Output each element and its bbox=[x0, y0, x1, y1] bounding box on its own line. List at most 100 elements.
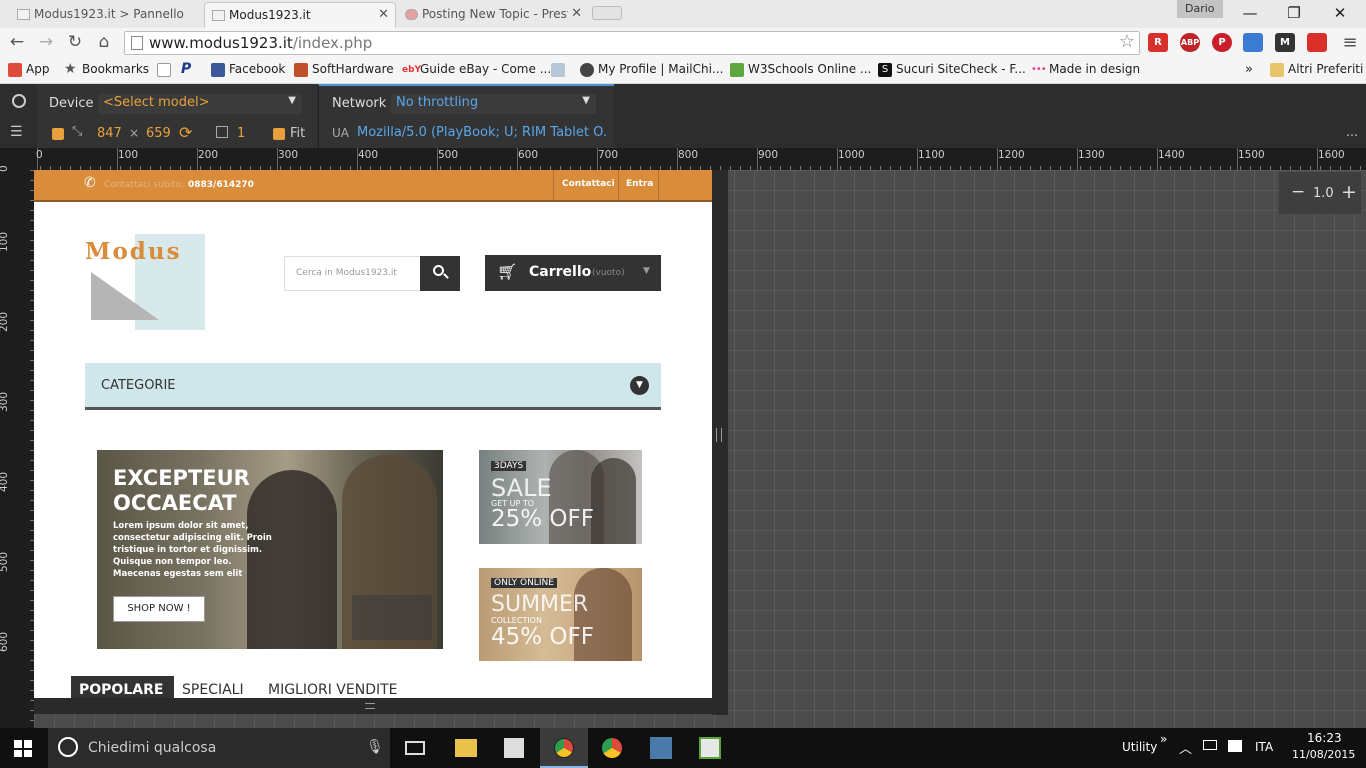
site-logo[interactable]: Modus bbox=[85, 234, 205, 330]
tab-popolare[interactable]: POPOLARE bbox=[71, 676, 174, 698]
toolbar-expand-icon[interactable]: » bbox=[1160, 732, 1167, 746]
mailchimp-icon bbox=[580, 63, 594, 77]
softhardware-icon bbox=[294, 63, 308, 77]
home-icon[interactable]: ⌂ bbox=[92, 31, 116, 55]
bookmark-w3schools[interactable]: W3Schools Online ... bbox=[730, 62, 871, 77]
profile-badge[interactable]: Dario bbox=[1177, 0, 1223, 18]
ebay-icon: ebY bbox=[402, 65, 422, 75]
minimize-icon[interactable]: — bbox=[1230, 2, 1270, 26]
pixel-ratio-field[interactable]: 1 bbox=[237, 126, 245, 141]
bookmark-app[interactable]: App bbox=[8, 62, 49, 77]
contact-link[interactable]: Contattaci bbox=[562, 179, 615, 189]
clock-time[interactable]: 16:23 bbox=[1307, 731, 1342, 745]
task-view-icon[interactable] bbox=[405, 741, 425, 755]
new-tab-button[interactable] bbox=[592, 6, 622, 20]
pinterest-icon[interactable]: P bbox=[1212, 33, 1232, 52]
viewport-resize-handle-right[interactable] bbox=[712, 170, 728, 715]
battery-icon[interactable] bbox=[1203, 740, 1217, 750]
user-agent-field[interactable]: Mozilla/5.0 (PlayBook; U; RIM Tablet O..… bbox=[357, 125, 607, 140]
bookmarks-bar: App ★ Bookmarks P Facebook SoftHardware e… bbox=[0, 58, 1366, 84]
cortana-icon bbox=[58, 737, 78, 757]
restore-icon[interactable]: ❐ bbox=[1274, 2, 1314, 26]
start-button[interactable] bbox=[14, 740, 32, 757]
tab-posting-topic[interactable]: Posting New Topic - Prest ✕ bbox=[398, 2, 588, 28]
bookmark-made-in-design[interactable]: ••• Made in design bbox=[1031, 62, 1140, 76]
tab-title: Posting New Topic - Prest bbox=[422, 7, 572, 21]
toggle-panel-icon[interactable]: ☰ bbox=[10, 124, 23, 140]
chevron-down-icon: ▼ bbox=[643, 266, 650, 276]
more-bookmarks-button[interactable]: » bbox=[1245, 62, 1253, 77]
cart-icon: 🛒︎ bbox=[497, 262, 518, 281]
close-tab-icon[interactable]: ✕ bbox=[568, 6, 582, 21]
tab-speciali[interactable]: SPECIALI bbox=[182, 682, 244, 698]
resolution-checkbox[interactable] bbox=[52, 128, 64, 140]
utility-toolbar[interactable]: Utility bbox=[1122, 740, 1157, 754]
summer-banner[interactable]: ONLY ONLINE SUMMER COLLECTION 45% OFF bbox=[479, 568, 642, 661]
close-tab-icon[interactable]: ✕ bbox=[378, 7, 389, 22]
bookmark-sucuri[interactable]: S Sucuri SiteCheck - F... bbox=[878, 62, 1026, 77]
disable-emulation-icon[interactable] bbox=[12, 94, 26, 108]
sale-banner[interactable]: 3DAYS SALE GET UP TO 25% OFF bbox=[479, 450, 642, 544]
more-options-icon[interactable]: ⋯ bbox=[1346, 128, 1358, 142]
main-banner[interactable]: EXCEPTEUR OCCAECAT Lorem ipsum dolor sit… bbox=[97, 450, 443, 649]
swap-dimensions-icon[interactable]: ⟳ bbox=[179, 123, 192, 142]
categories-bar[interactable]: CATEGORIE ▼ bbox=[85, 363, 661, 410]
tab-migliori-vendite[interactable]: MIGLIORI VENDITE bbox=[268, 682, 398, 698]
bookmark-mailchimp[interactable]: My Profile | MailChi... bbox=[580, 62, 723, 77]
search-button[interactable] bbox=[420, 256, 460, 291]
network-app-icon[interactable] bbox=[650, 737, 672, 759]
shop-now-button[interactable]: SHOP NOW ! bbox=[113, 596, 205, 622]
chevron-down-icon[interactable]: ▼ bbox=[630, 376, 649, 395]
extension-r-icon[interactable]: R bbox=[1148, 33, 1168, 52]
tab-pannello[interactable]: Modus1923.it > Pannello bbox=[10, 2, 202, 28]
file-explorer-icon[interactable] bbox=[455, 739, 477, 757]
sale-amount: 25% OFF bbox=[491, 506, 594, 532]
close-window-icon[interactable]: ✕ bbox=[1320, 2, 1360, 26]
cart-button[interactable]: 🛒︎ Carrello (vuoto) ▼ bbox=[485, 255, 661, 291]
other-bookmarks-folder[interactable]: Altri Preferiti bbox=[1270, 62, 1363, 77]
search-placeholder: Cerca in Modus1923.it bbox=[296, 268, 397, 278]
microphone-icon[interactable]: 🎙︎ bbox=[366, 739, 384, 755]
cortana-search-box[interactable]: Chiedimi qualcosa 🎙︎ bbox=[48, 728, 390, 768]
network-throttle-select[interactable]: No throttling ▼ bbox=[391, 94, 596, 114]
language-indicator[interactable]: ITA bbox=[1255, 740, 1273, 754]
reload-icon[interactable]: ↻ bbox=[63, 31, 87, 55]
banner-title-line2: OCCAECAT bbox=[113, 491, 237, 515]
folder-icon[interactable] bbox=[1243, 33, 1263, 52]
address-bar[interactable]: www.modus1923.it/index.php ☆ bbox=[124, 31, 1140, 55]
back-icon[interactable]: ← bbox=[5, 31, 29, 55]
sale-tag: 3DAYS bbox=[491, 461, 527, 471]
chart-app-icon[interactable] bbox=[699, 737, 721, 759]
sheets-icon[interactable] bbox=[1307, 33, 1327, 52]
phone-number: 0883/614270 bbox=[188, 180, 254, 190]
chevron-up-icon[interactable]: ︿ bbox=[1179, 738, 1192, 757]
forward-icon[interactable]: → bbox=[34, 31, 58, 55]
zoom-out-button[interactable]: − bbox=[1291, 182, 1305, 202]
phone-icon: ✆ bbox=[84, 175, 96, 191]
device-select[interactable]: <Select model> ▼ bbox=[98, 94, 302, 114]
bookmark-bookmarks[interactable]: ★ Bookmarks bbox=[64, 62, 149, 76]
emulated-viewport: ✆ Contattaci subito: 0883/614270 Contatt… bbox=[34, 170, 712, 698]
star-icon: ★ bbox=[64, 61, 77, 77]
clock-date[interactable]: 11/08/2015 bbox=[1292, 748, 1355, 761]
resize-icon: ⤡ bbox=[72, 124, 83, 139]
tab-modus1923[interactable]: Modus1923.it ✕ bbox=[204, 2, 396, 28]
chrome-icon[interactable] bbox=[602, 738, 622, 758]
adblock-icon[interactable]: ABP bbox=[1180, 33, 1200, 52]
login-link[interactable]: Entra bbox=[626, 179, 653, 189]
store-icon[interactable] bbox=[504, 738, 524, 758]
menu-icon[interactable]: ≡ bbox=[1338, 31, 1362, 55]
fit-checkbox[interactable] bbox=[273, 128, 285, 140]
bookmark-star-icon[interactable]: ☆ bbox=[1119, 31, 1135, 52]
bookmark-ebay[interactable]: ebY Guide eBay - Come ... bbox=[402, 62, 551, 76]
extension-m-icon[interactable]: M bbox=[1275, 33, 1295, 52]
zoom-in-button[interactable]: + bbox=[1341, 181, 1357, 203]
viewport-resize-handle-bottom[interactable] bbox=[34, 698, 728, 714]
width-field[interactable]: 847 bbox=[97, 126, 122, 141]
height-field[interactable]: 659 bbox=[146, 126, 171, 141]
chrome-taskbar-active[interactable] bbox=[540, 728, 588, 768]
browser-tab-strip: Modus1923.it > Pannello Modus1923.it ✕ P… bbox=[0, 0, 1366, 28]
bookmark-facebook[interactable]: Facebook bbox=[211, 62, 285, 77]
notification-icon[interactable] bbox=[1228, 740, 1242, 752]
bookmark-softhardware[interactable]: SoftHardware bbox=[294, 62, 394, 77]
